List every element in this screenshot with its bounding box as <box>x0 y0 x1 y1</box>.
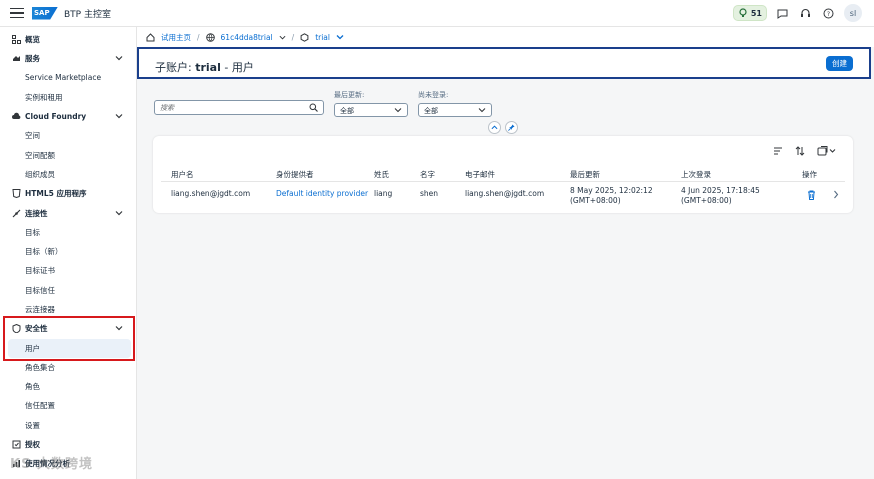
shell-bar: SAP BTP 主控室 51 ? sl <box>0 0 874 27</box>
sidebar-item-instances[interactable]: 实例和租用 <box>0 88 137 107</box>
sidebar-item-destinations[interactable]: 目标 <box>0 223 137 242</box>
breadcrumb: 试用主页 / 61c4dda8trial / trial <box>137 27 874 47</box>
chevron-down-icon[interactable] <box>336 33 344 41</box>
cell-email: liang.shen@jgdt.com <box>465 189 545 198</box>
breadcrumb-separator: / <box>197 32 200 42</box>
chevron-up-icon <box>491 125 498 130</box>
sidebar-item-label: 概览 <box>25 35 40 44</box>
help-icon[interactable]: ? <box>821 6 836 21</box>
chevron-down-icon <box>478 108 486 113</box>
cell-username: liang.shen@jgdt.com <box>171 189 251 198</box>
breadcrumb-global-account[interactable]: 61c4dda8trial <box>221 33 273 42</box>
chevron-right-icon[interactable] <box>833 190 839 199</box>
globe-icon <box>205 32 215 42</box>
pin-header-button[interactable] <box>505 121 518 134</box>
table-header: 用户名 身份提供者 姓氏 名字 电子邮件 最后更新 上次登录 操作 <box>161 163 845 182</box>
column-header: 操作 <box>802 170 817 179</box>
last-updated-select[interactable]: 全部 <box>334 103 408 117</box>
sidebar-item-spaces[interactable]: 空间 <box>0 126 137 145</box>
collapse-header-button[interactable] <box>488 121 501 134</box>
sidebar-item-space-quotas[interactable]: 空间配额 <box>0 146 137 165</box>
pin-icon <box>508 124 515 131</box>
table-toolbar <box>773 146 837 156</box>
cell-first-name: shen <box>420 189 439 198</box>
subaccount-icon <box>300 32 309 42</box>
column-header[interactable]: 上次登录 <box>681 169 711 180</box>
cell-last-name: liang <box>374 189 393 198</box>
chevron-down-icon[interactable] <box>279 34 286 41</box>
users-table-card: 用户名 身份提供者 姓氏 名字 电子邮件 最后更新 上次登录 操作 liang.… <box>153 136 853 213</box>
filter-settings-icon[interactable] <box>773 146 783 156</box>
breadcrumb-home[interactable]: 试用主页 <box>161 32 191 43</box>
sidebar-item-destinations-new[interactable]: 目标（新） <box>0 242 137 261</box>
points-badge[interactable]: 51 <box>732 5 767 21</box>
connectivity-icon <box>11 209 21 219</box>
column-header[interactable]: 身份提供者 <box>276 169 314 180</box>
headset-icon[interactable] <box>798 6 813 21</box>
services-icon <box>11 54 21 64</box>
cell-last-login: 4 Jun 2025, 17:18:45 (GMT+08:00) <box>681 186 760 205</box>
sidebar-item-destination-trust[interactable]: 目标信任 <box>0 281 137 300</box>
filter-bar: 搜索 最后更新: 全部 尚未登录: 全部 <box>137 79 874 135</box>
sidebar-item-destination-certificates[interactable]: 目标证书 <box>0 261 137 280</box>
feedback-icon[interactable] <box>775 6 790 21</box>
sidebar-item-services[interactable]: 服务 <box>0 49 137 68</box>
html5-icon <box>11 189 21 199</box>
column-header[interactable]: 用户名 <box>171 169 194 180</box>
column-header[interactable]: 姓氏 <box>374 169 389 180</box>
cell-last-updated: 8 May 2025, 12:02:12 (GMT+08:00) <box>570 186 653 205</box>
menu-icon[interactable] <box>10 8 24 18</box>
column-header[interactable]: 名字 <box>420 169 435 180</box>
home-icon <box>146 32 155 41</box>
never-logged-select[interactable]: 全部 <box>418 103 492 117</box>
points-count: 51 <box>750 8 762 18</box>
avatar[interactable]: sl <box>844 4 862 22</box>
sidebar-item-settings[interactable]: 设置 <box>0 416 137 435</box>
sidebar-item-connectivity[interactable]: 连接性 <box>0 204 137 223</box>
breadcrumb-subaccount[interactable]: trial <box>315 33 330 42</box>
app-title: BTP 主控室 <box>64 9 111 20</box>
sap-logo[interactable]: SAP <box>32 6 58 20</box>
overview-icon <box>11 35 21 45</box>
search-input[interactable]: 搜索 <box>154 100 324 115</box>
table-row[interactable]: liang.shen@jgdt.com Default identity pro… <box>161 182 845 209</box>
last-updated-label: 最后更新: <box>334 91 365 99</box>
export-icon[interactable] <box>817 146 837 156</box>
sidebar-item-overview[interactable]: 概览 <box>0 30 137 49</box>
sort-icon[interactable] <box>795 146 805 156</box>
sidebar-item-label: Cloud Foundry <box>25 112 87 121</box>
sidebar-item-roles[interactable]: 角色 <box>0 377 137 396</box>
cloud-icon <box>11 112 21 122</box>
never-logged-label: 尚未登录: <box>418 91 449 99</box>
page-title: 子账户: trial - 用户 <box>155 61 254 74</box>
column-header[interactable]: 最后更新 <box>570 169 600 180</box>
delete-icon[interactable] <box>807 190 816 200</box>
create-button[interactable]: 创建 <box>826 56 853 71</box>
sidebar-item-label: 连接性 <box>25 209 48 218</box>
highlight-box <box>3 316 135 361</box>
sidebar-item-label: HTML5 应用程序 <box>25 189 87 198</box>
sidebar-item-service-marketplace[interactable]: Service Marketplace <box>0 68 137 87</box>
cell-identity-provider[interactable]: Default identity provider <box>276 189 368 199</box>
chevron-down-icon[interactable] <box>115 209 123 217</box>
search-icon[interactable] <box>309 103 318 112</box>
trophy-icon <box>739 8 747 17</box>
chevron-down-icon[interactable] <box>115 54 123 62</box>
column-header[interactable]: 电子邮件 <box>465 169 495 180</box>
sidebar-item-cloud-foundry[interactable]: Cloud Foundry <box>0 107 137 126</box>
svg-text:?: ? <box>827 11 830 18</box>
sidebar-item-org-members[interactable]: 组织成员 <box>0 165 137 184</box>
page-header: 子账户: trial - 用户 创建 <box>137 47 871 79</box>
sidebar-item-trust-configuration[interactable]: 信任配置 <box>0 396 137 415</box>
chevron-down-icon <box>394 108 402 113</box>
sidebar: 概览 服务 Service Marketplace 实例和租用 Cloud Fo… <box>0 27 137 479</box>
sidebar-item-html5[interactable]: HTML5 应用程序 <box>0 184 137 203</box>
sidebar-item-label: 服务 <box>25 54 40 63</box>
watermark: KS 大数跨境 <box>10 457 93 472</box>
sidebar-item-entitlements[interactable]: 授权 <box>0 435 137 454</box>
breadcrumb-separator: / <box>291 32 295 42</box>
entitlements-icon <box>11 440 21 450</box>
chevron-down-icon[interactable] <box>115 112 123 120</box>
sidebar-item-label: 授权 <box>25 440 40 449</box>
